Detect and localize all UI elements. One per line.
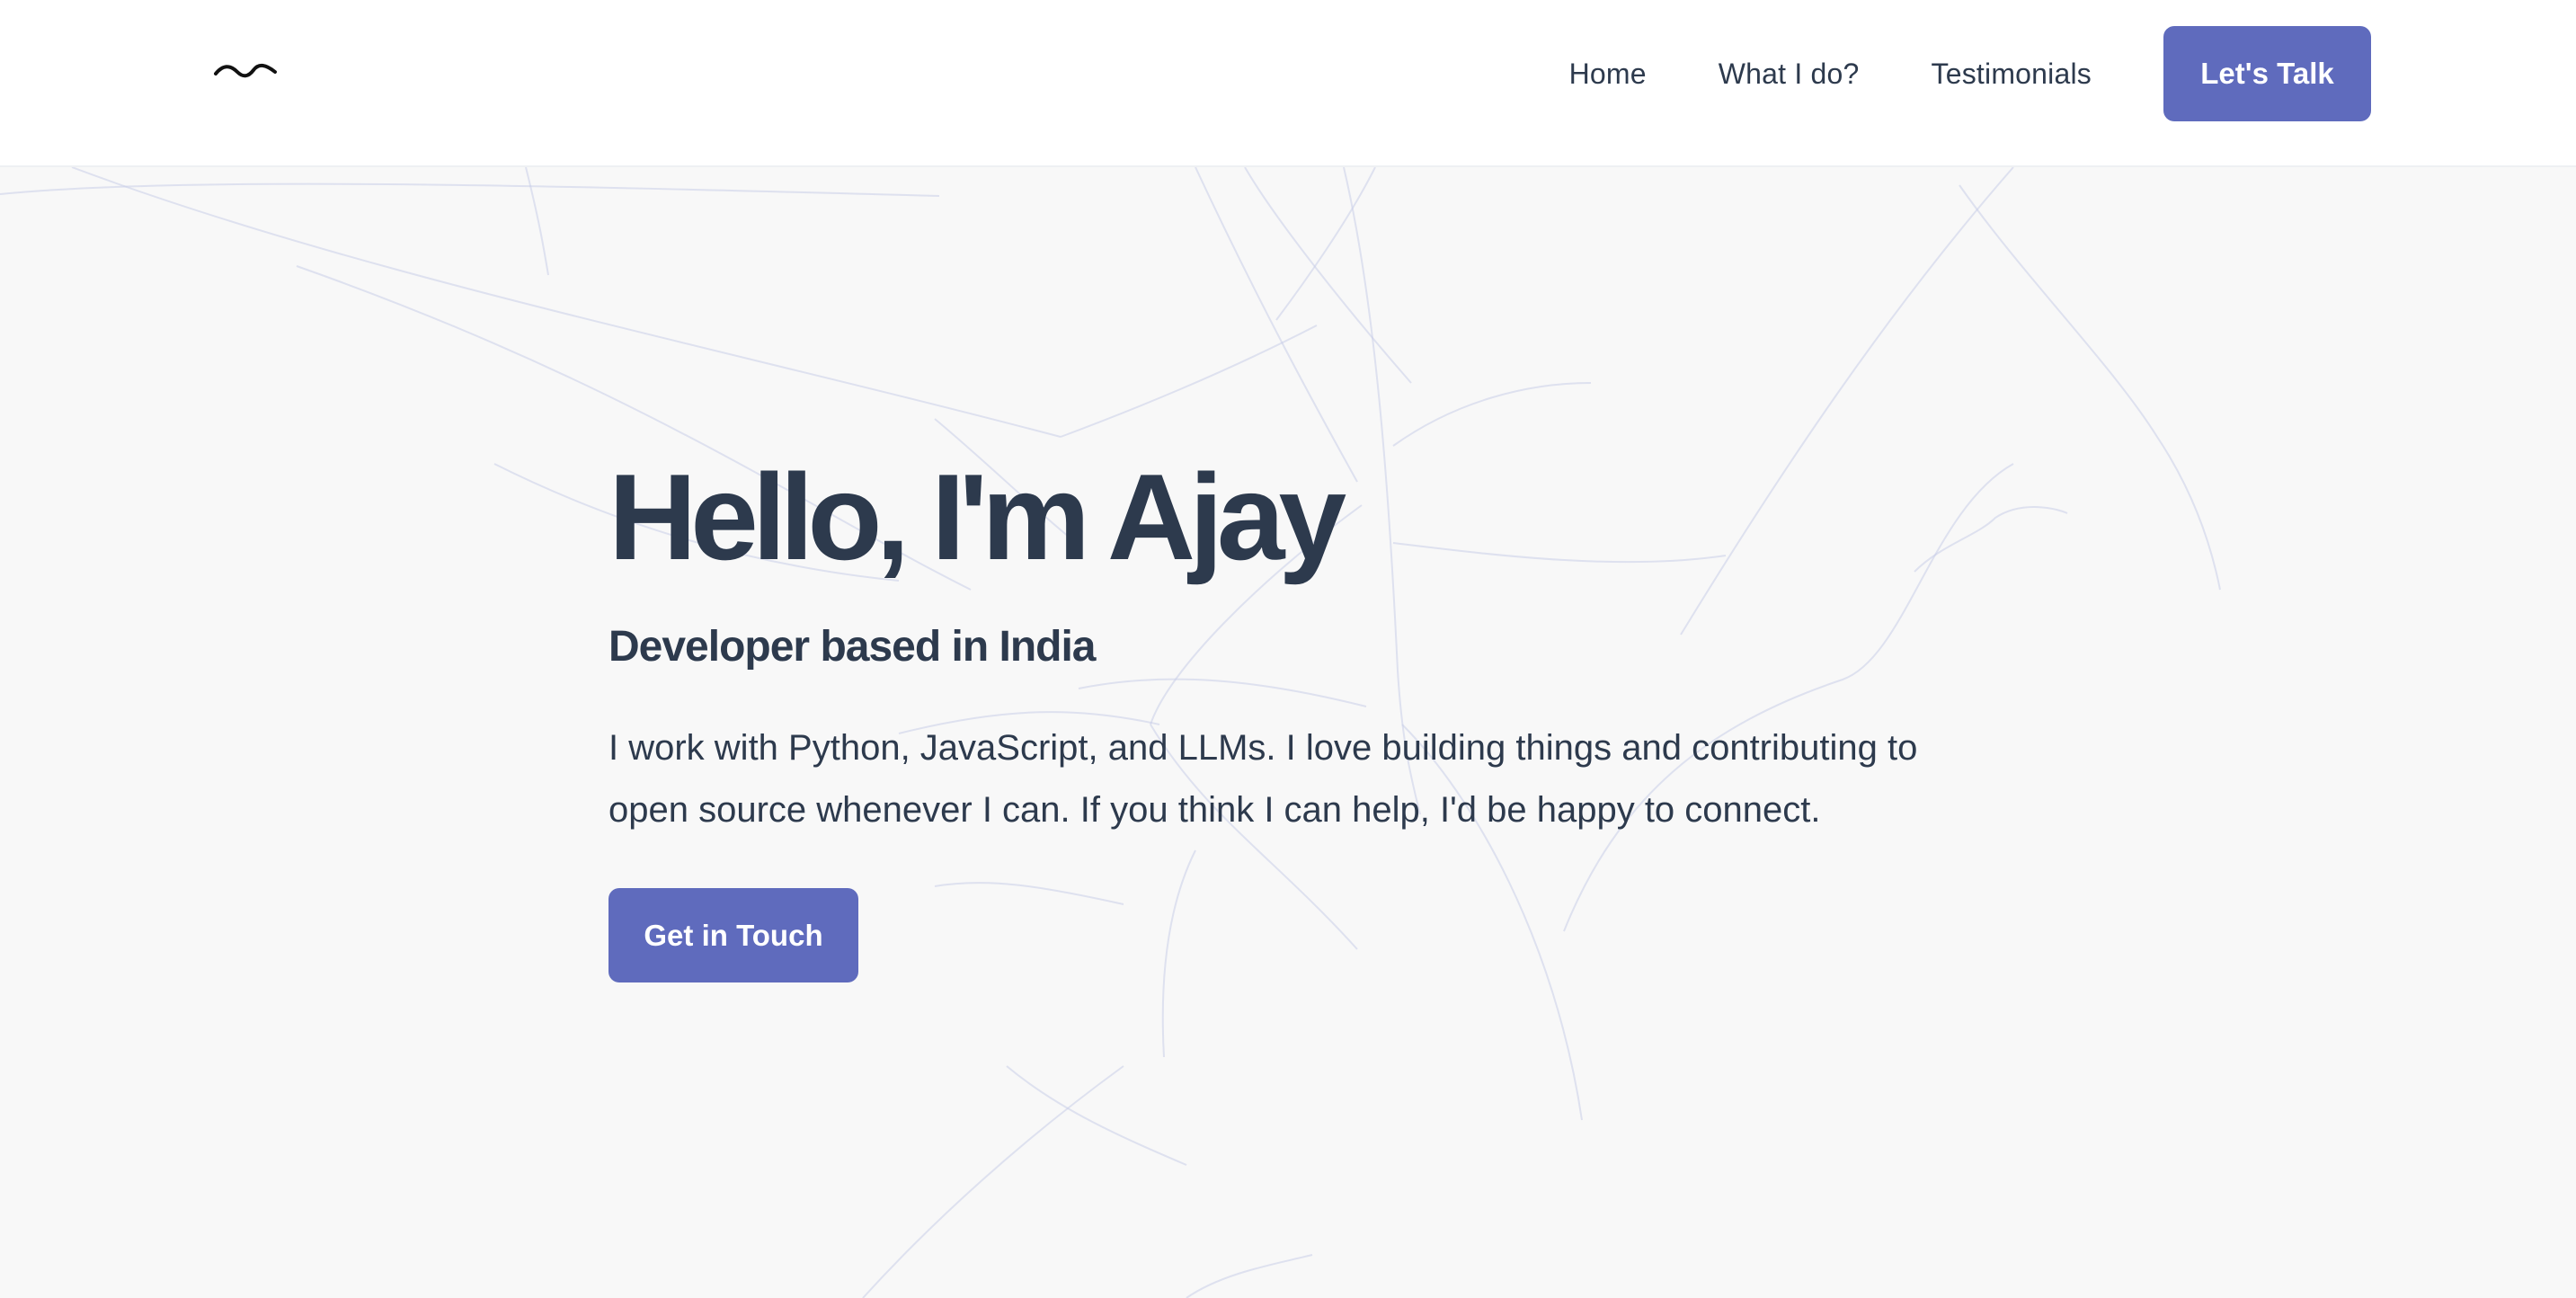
hero-section: Hello, I'm Ajay Developer based in India… [608,449,1993,982]
site-header: Home What I do? Testimonials Let's Talk [0,0,2576,167]
nav-what-i-do-link[interactable]: What I do? [1719,58,1860,91]
lets-talk-button[interactable]: Let's Talk [2163,26,2371,121]
bird-logo-icon[interactable] [214,59,277,86]
nav-testimonials-link[interactable]: Testimonials [1932,58,2092,91]
nav-home-link[interactable]: Home [1569,58,1647,91]
hero-description: I work with Python, JavaScript, and LLMs… [608,728,1918,830]
hero-subtitle: Developer based in India [608,623,1097,671]
hero-title: Hello, I'm Ajay [608,449,1346,585]
main-nav: Home What I do? Testimonials Let's Talk [1569,26,2371,121]
get-in-touch-button[interactable]: Get in Touch [608,888,858,982]
